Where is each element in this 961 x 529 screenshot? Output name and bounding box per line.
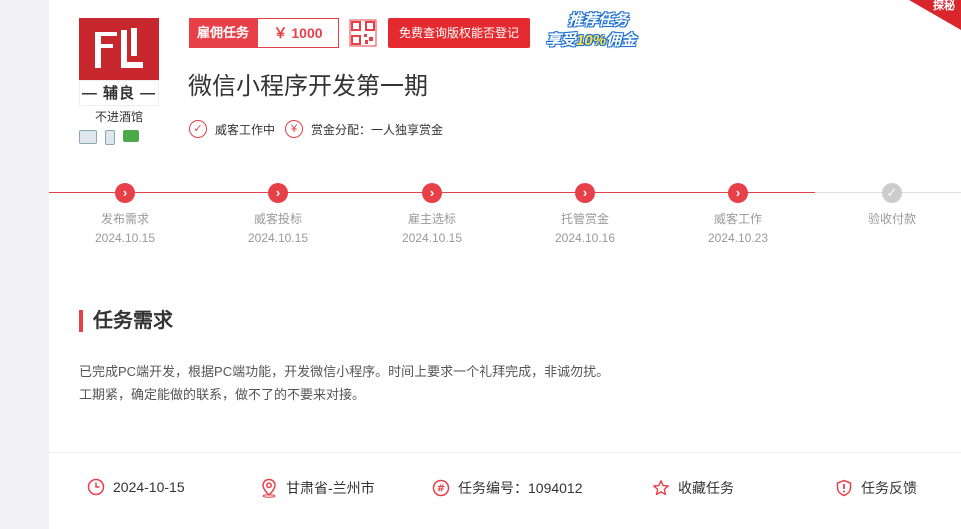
step-label: 托管赏金 [560, 212, 609, 226]
check-icon: ✓ [882, 183, 902, 203]
step-date: 2024.10.15 [401, 231, 463, 245]
shop-logo-text: — 辅良 — [79, 80, 159, 106]
step-label: 雇主选标 [407, 212, 456, 226]
step-date: 2024.10.23 [707, 231, 769, 245]
yen-icon: ¥ [285, 120, 304, 138]
location: 甘肃省-兰州市 [260, 478, 375, 498]
task-number-text: 任务编号：1094012 [458, 480, 583, 496]
hash-icon: # [432, 479, 450, 497]
promo-badge[interactable]: 推荐任务 享受10%佣金 [546, 9, 664, 49]
progress-step: › 雇主选标 2024.10.15 [372, 180, 492, 245]
requirement-heading: 任务需求 [79, 310, 173, 332]
task-price: ￥ 1000 [257, 18, 340, 48]
task-feedback-text[interactable]: 任务反馈 [861, 478, 917, 498]
qr-code-icon[interactable] [349, 19, 377, 47]
check-icon: ✓ [189, 120, 207, 138]
publish-date-text: 2024-10-15 [113, 479, 185, 495]
star-icon[interactable] [652, 479, 670, 497]
task-footer: 2024-10-15 甘肃省-兰州市 # 任务编号：1094012 收藏任务 任… [49, 478, 961, 504]
reward-mode: 赏金分配：一人独享赏金 [311, 122, 444, 137]
step-date: 2024.10.15 [247, 231, 309, 245]
arrow-right-icon: › [728, 183, 748, 203]
location-text: 甘肃省-兰州市 [286, 480, 375, 496]
shop-name[interactable]: 不进酒馆 [79, 108, 159, 125]
step-label: 威客工作 [713, 212, 762, 226]
task-type-tag: 雇佣任务 [189, 18, 258, 48]
progress-step: › 威客投标 2024.10.15 [218, 180, 338, 245]
task-progress: › 发布需求 2024.10.15 › 威客投标 2024.10.15 › 雇主… [49, 180, 961, 260]
favorite-task[interactable]: 收藏任务 [652, 478, 734, 498]
arrow-right-icon: › [115, 183, 135, 203]
progress-step: › 托管赏金 2024.10.16 [525, 180, 645, 245]
shop-logo[interactable] [79, 18, 159, 80]
phone-icon[interactable] [105, 130, 115, 145]
step-label: 威客投标 [253, 212, 302, 226]
location-pin-icon [262, 478, 276, 498]
ribbon-text: 探秘 [933, 0, 955, 12]
task-status: 威客工作中 [215, 122, 276, 137]
step-label: 发布需求 [100, 212, 149, 226]
divider [49, 452, 961, 453]
task-number: # 任务编号：1094012 [432, 478, 583, 498]
arrow-right-icon: › [575, 183, 595, 203]
favorite-task-text[interactable]: 收藏任务 [678, 478, 734, 498]
promo-line1: 推荐任务 [568, 12, 629, 29]
progress-step: ✓ 验收付款 [832, 180, 952, 231]
task-feedback[interactable]: 任务反馈 [835, 478, 917, 498]
step-label: 验收付款 [867, 212, 916, 226]
requirement-line: 已完成PC端开发，根据PC端功能，开发微信小程序。时间上要求一个礼拜完成，非诚勿… [79, 364, 610, 379]
bank-card-icon[interactable] [123, 130, 139, 142]
shop-info: — 辅良 — 不进酒馆 [79, 18, 159, 145]
step-date: 2024.10.16 [554, 231, 616, 245]
requirement-body: 已完成PC端开发，根据PC端功能，开发微信小程序。时间上要求一个礼拜完成，非诚勿… [79, 360, 609, 406]
step-date: 2024.10.15 [94, 231, 156, 245]
progress-step: › 威客工作 2024.10.23 [678, 180, 798, 245]
task-tags: 雇佣任务 ￥ 1000 免费查询版权能否登记 [189, 18, 531, 48]
free-copyright-query-button[interactable]: 免费查询版权能否登记 [388, 18, 531, 48]
task-title: 微信小程序开发第一期 [188, 73, 428, 100]
id-card-icon[interactable] [79, 130, 97, 144]
progress-step: › 发布需求 2024.10.15 [65, 180, 185, 245]
publish-date: 2024-10-15 [87, 478, 185, 496]
arrow-right-icon: › [268, 183, 288, 203]
task-card: — 辅良 — 不进酒馆 雇佣任务 ￥ 1000 免费查询版权能否登记 推荐任务 … [49, 0, 961, 529]
requirement-line: 工期紧，确定能做的联系，做不了的不要来对接。 [79, 387, 366, 402]
clock-icon [87, 478, 105, 496]
promo-line2: 享受10%佣金 [546, 32, 637, 49]
arrow-right-icon: › [422, 183, 442, 203]
task-meta: ✓ 威客工作中 ¥ 赏金分配：一人独享赏金 [189, 120, 453, 138]
corner-ribbon: 探秘 [901, 0, 961, 30]
certification-icons [79, 130, 159, 145]
svg-text:#: # [437, 484, 445, 495]
shield-alert-icon[interactable] [835, 479, 853, 497]
